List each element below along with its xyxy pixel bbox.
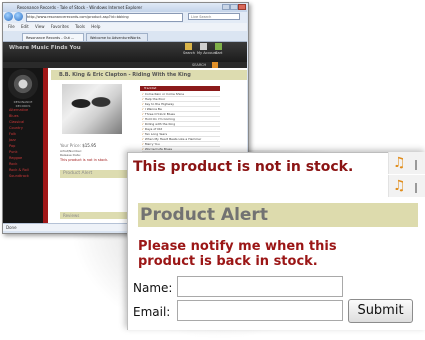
- logo-text: RESONANCE RECORDS: [13, 100, 33, 108]
- minimize-button[interactable]: [222, 4, 230, 10]
- nav-soundtrack[interactable]: Soundtrack: [9, 174, 29, 178]
- email-label: Email:: [133, 305, 171, 319]
- url-field[interactable]: http://www.resonancerecords.com/product.…: [26, 13, 183, 22]
- record-logo-icon: [8, 69, 38, 99]
- tab-resonance[interactable]: Resonance Records - Out ...: [22, 33, 84, 41]
- stock-message-small: This product is not in stock.: [60, 158, 109, 162]
- close-button[interactable]: [238, 4, 246, 10]
- price-row: Your Price: $15.95: [60, 143, 96, 148]
- product-alert-heading: Product Alert: [140, 205, 268, 225]
- menu-favorites[interactable]: Favorites: [51, 24, 69, 29]
- nav-punk[interactable]: Punk: [9, 150, 18, 154]
- notify-text: Please notify me when this product is ba…: [138, 239, 337, 269]
- nav-jazz[interactable]: Jazz: [9, 138, 16, 142]
- forward-icon[interactable]: [14, 12, 23, 21]
- album-artists-image: [66, 90, 116, 120]
- tab-adventureworks[interactable]: Welcome to AdventureWorks: [86, 33, 148, 41]
- name-field[interactable]: [177, 276, 343, 297]
- menu-view[interactable]: View: [35, 24, 45, 29]
- tracklist-heading: Tracklist: [140, 86, 220, 91]
- cart-icon[interactable]: [215, 43, 222, 50]
- submit-button[interactable]: Submit: [348, 299, 413, 323]
- price-label: Your Price:: [60, 143, 81, 148]
- nav-blues[interactable]: Blues: [9, 114, 19, 118]
- email-field[interactable]: [177, 300, 343, 321]
- nav-country[interactable]: Country: [9, 126, 23, 130]
- account-icon[interactable]: [200, 43, 207, 50]
- site-title: Where Music Finds You: [9, 45, 81, 51]
- stock-message: This product is not in stock.: [133, 159, 354, 175]
- menu-tools[interactable]: Tools: [75, 24, 85, 29]
- back-icon[interactable]: [4, 12, 13, 21]
- menu-help[interactable]: Help: [91, 24, 100, 29]
- header-link-cart[interactable]: Cart: [215, 51, 222, 55]
- nav-folk[interactable]: Folk: [9, 132, 16, 136]
- nav-reggae[interactable]: Reggae: [9, 156, 22, 160]
- header-link-search[interactable]: Search: [183, 51, 195, 55]
- content-accent-bar: [43, 68, 48, 223]
- music-note-icon: ♫: [393, 155, 406, 171]
- name-label: Name:: [133, 281, 173, 295]
- nav-alternative[interactable]: Alternative: [9, 108, 28, 112]
- nav-rock[interactable]: Rock: [9, 162, 17, 166]
- menu-file[interactable]: File: [8, 24, 15, 29]
- detail-line: Release Date:: [60, 153, 81, 157]
- track-text-cut: [415, 160, 423, 170]
- product-title: B.B. King & Eric Clapton - Riding With t…: [51, 70, 247, 80]
- track-text-cut: [415, 183, 423, 193]
- music-note-icon: ♫: [393, 178, 406, 194]
- menu-edit[interactable]: Edit: [21, 24, 29, 29]
- window-title: Resonance Records - Tale of Stock - Wind…: [3, 3, 247, 12]
- menu-bar: File Edit View Favorites Tools Help: [3, 23, 247, 31]
- nav-pop[interactable]: Pop: [9, 144, 15, 148]
- search-icon[interactable]: [185, 43, 192, 50]
- maximize-button[interactable]: [230, 4, 238, 10]
- browser-search-input[interactable]: Live Search: [188, 13, 240, 20]
- price-value: $15.95: [82, 143, 97, 148]
- nav-classical[interactable]: Classical: [9, 120, 24, 124]
- nav-rock-and-roll[interactable]: Rock & Roll: [9, 168, 29, 172]
